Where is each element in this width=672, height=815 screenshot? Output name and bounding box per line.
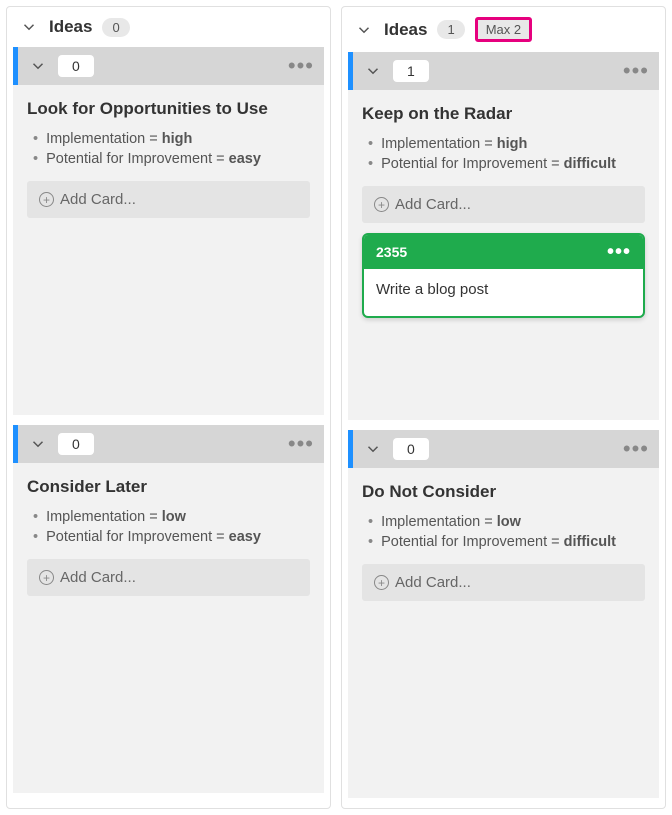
lane-body: Keep on the Radar Implementation = high … <box>348 90 659 420</box>
lane-count-badge: 0 <box>58 55 94 77</box>
add-card-button[interactable]: + Add Card... <box>362 186 645 223</box>
add-card-button[interactable]: + Add Card... <box>362 564 645 601</box>
column-ideas-right: Ideas 1 Max 2 1 ••• Keep on the Radar Im… <box>341 6 666 809</box>
chevron-down-icon[interactable] <box>354 20 374 40</box>
lane-menu-icon[interactable]: ••• <box>623 60 649 82</box>
add-card-button[interactable]: + Add Card... <box>27 559 310 596</box>
add-card-label: Add Card... <box>395 574 471 591</box>
column-title: Ideas <box>49 17 92 37</box>
column-max-badge: Max 2 <box>475 17 532 42</box>
card-text: Write a blog post <box>364 269 643 316</box>
lane-menu-icon[interactable]: ••• <box>288 433 314 455</box>
lane-criteria: Implementation = low Potential for Impro… <box>368 514 645 550</box>
chevron-down-icon[interactable] <box>19 17 39 37</box>
add-card-button[interactable]: + Add Card... <box>27 181 310 218</box>
lane-menu-icon[interactable]: ••• <box>288 55 314 77</box>
lane-title: Look for Opportunities to Use <box>27 99 310 119</box>
column-header: Ideas 1 Max 2 <box>342 7 665 52</box>
card-header: 2355 ••• <box>364 235 643 269</box>
lane-body: Look for Opportunities to Use Implementa… <box>13 85 324 415</box>
lane-header: 1 ••• <box>348 52 659 90</box>
lane-header: 0 ••• <box>13 425 324 463</box>
kanban-board: Ideas 0 0 ••• Look for Opportunities to … <box>6 6 666 809</box>
criteria-item: Potential for Improvement = easy <box>33 529 310 545</box>
plus-circle-icon: + <box>374 575 389 590</box>
card-menu-icon[interactable]: ••• <box>607 242 631 262</box>
lane-body: Do Not Consider Implementation = low Pot… <box>348 468 659 798</box>
card-id: 2355 <box>376 244 407 260</box>
add-card-label: Add Card... <box>60 569 136 586</box>
lane-header: 0 ••• <box>13 47 324 85</box>
lane-title: Consider Later <box>27 477 310 497</box>
column-ideas-left: Ideas 0 0 ••• Look for Opportunities to … <box>6 6 331 809</box>
lane-criteria: Implementation = high Potential for Impr… <box>33 131 310 167</box>
card[interactable]: 2355 ••• Write a blog post <box>362 233 645 318</box>
lane-body: Consider Later Implementation = low Pote… <box>13 463 324 793</box>
plus-circle-icon: + <box>39 570 54 585</box>
criteria-item: Implementation = high <box>368 136 645 152</box>
criteria-item: Potential for Improvement = difficult <box>368 534 645 550</box>
chevron-down-icon[interactable] <box>363 439 383 459</box>
lane-keep-on-radar: 1 ••• Keep on the Radar Implementation =… <box>348 52 659 420</box>
add-card-label: Add Card... <box>395 196 471 213</box>
lane-criteria: Implementation = low Potential for Impro… <box>33 509 310 545</box>
add-card-label: Add Card... <box>60 191 136 208</box>
column-header: Ideas 0 <box>7 7 330 47</box>
plus-circle-icon: + <box>39 192 54 207</box>
chevron-down-icon[interactable] <box>28 434 48 454</box>
criteria-item: Implementation = low <box>33 509 310 525</box>
lane-menu-icon[interactable]: ••• <box>623 438 649 460</box>
criteria-item: Implementation = low <box>368 514 645 530</box>
lane-count-badge: 0 <box>58 433 94 455</box>
lane-consider-later: 0 ••• Consider Later Implementation = lo… <box>13 425 324 793</box>
lane-criteria: Implementation = high Potential for Impr… <box>368 136 645 172</box>
lane-opportunities: 0 ••• Look for Opportunities to Use Impl… <box>13 47 324 415</box>
lane-count-badge: 0 <box>393 438 429 460</box>
lane-count-badge: 1 <box>393 60 429 82</box>
column-count-badge: 0 <box>102 18 129 37</box>
criteria-item: Implementation = high <box>33 131 310 147</box>
chevron-down-icon[interactable] <box>28 56 48 76</box>
chevron-down-icon[interactable] <box>363 61 383 81</box>
lane-title: Do Not Consider <box>362 482 645 502</box>
lane-header: 0 ••• <box>348 430 659 468</box>
column-title: Ideas <box>384 20 427 40</box>
lane-do-not-consider: 0 ••• Do Not Consider Implementation = l… <box>348 430 659 798</box>
plus-circle-icon: + <box>374 197 389 212</box>
criteria-item: Potential for Improvement = difficult <box>368 156 645 172</box>
column-count-badge: 1 <box>437 20 464 39</box>
lane-title: Keep on the Radar <box>362 104 645 124</box>
criteria-item: Potential for Improvement = easy <box>33 151 310 167</box>
